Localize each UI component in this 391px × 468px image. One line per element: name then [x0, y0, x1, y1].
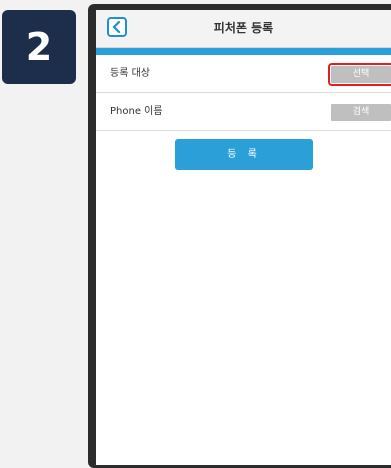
step-number: 2: [25, 25, 53, 69]
phone-name-label: Phone 이름: [110, 106, 163, 117]
form-row-phone-name: Phone 이름 검색: [96, 93, 391, 131]
header-accent-bar: [96, 48, 391, 55]
step-number-badge: 2: [2, 10, 76, 84]
page-title: 피처폰 등록: [213, 21, 274, 35]
navigation-bar: 피처폰 등록: [96, 10, 391, 48]
register-target-label: 등록 대상: [110, 68, 150, 79]
back-button[interactable]: [107, 17, 127, 37]
phone-screen: 피처폰 등록 등록 대상 선택 Phone 이름 검색 등 록: [96, 10, 391, 465]
form-row-target: 등록 대상 선택: [96, 55, 391, 93]
chevron-left-icon: [112, 21, 121, 33]
select-button[interactable]: 선택: [328, 63, 391, 86]
search-button[interactable]: 검색: [331, 104, 391, 121]
register-button[interactable]: 등 록: [175, 139, 313, 170]
